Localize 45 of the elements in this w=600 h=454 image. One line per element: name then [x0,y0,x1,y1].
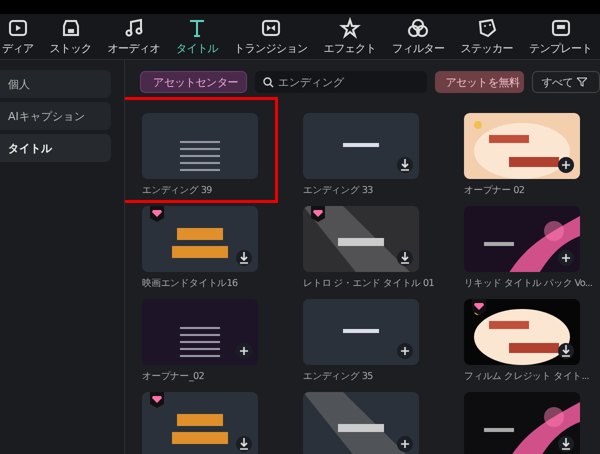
download-icon[interactable] [397,157,413,173]
plus-icon[interactable] [236,343,252,359]
plus-icon[interactable] [397,436,413,452]
card-title: リキッド タイトル パック Vo... [464,277,592,290]
category-tab[interactable]: ストック [48,14,94,59]
plus-icon[interactable] [558,250,574,266]
category-tab[interactable]: オーディオ [106,14,162,59]
download-icon[interactable] [236,250,252,266]
card-title: フィルム クレジット タイト... [464,370,589,383]
download-icon[interactable] [397,250,413,266]
card-title: エンディング 35 [303,370,373,383]
plus-icon[interactable] [397,343,413,359]
category-tab[interactable]: ディア [0,14,36,59]
category-tab[interactable]: フィルター [390,14,446,59]
category-tab[interactable]: タイトル [174,14,220,59]
sidebar-item[interactable]: 個人 [0,70,111,98]
download-icon[interactable] [558,343,574,359]
play-icon [6,17,29,39]
card-title: オープナー 02 [464,184,524,197]
star-icon [338,17,361,39]
card-title: エンディング 33 [303,184,373,197]
category-tab[interactable]: トランジション [232,14,310,59]
search-field[interactable]: エンディング [255,71,428,93]
category-tab[interactable]: ステッカー [458,14,515,59]
filter-icon [577,77,588,87]
download-icon[interactable] [236,436,252,452]
music-note-icon [122,17,145,39]
search-input[interactable]: エンディング [278,76,418,88]
plus-icon[interactable] [558,157,574,173]
download-icon[interactable] [558,436,574,452]
category-tab[interactable]: テンプレート [527,14,594,59]
transition-icon [260,17,282,39]
search-icon [263,76,274,88]
card-title: オープナー_02 [142,370,204,383]
card-title: 映画エンドタイトル16 [142,277,238,290]
sidebar-item[interactable]: タイトル [0,134,111,162]
sidebar-item[interactable]: AIキャプション [0,102,111,130]
card-title: レトロ ジ・エンド タイトル 01 [303,277,434,290]
category-tab[interactable]: エフェクト [322,14,378,59]
card-title: エンディング 39 [142,184,212,197]
asset-center-button[interactable]: アセットセンター [140,71,247,93]
template-icon [550,17,572,39]
filter-button[interactable]: すべて [532,71,600,93]
circles-icon [407,17,430,39]
free-assets-button[interactable]: アセットを無料 [435,71,524,93]
